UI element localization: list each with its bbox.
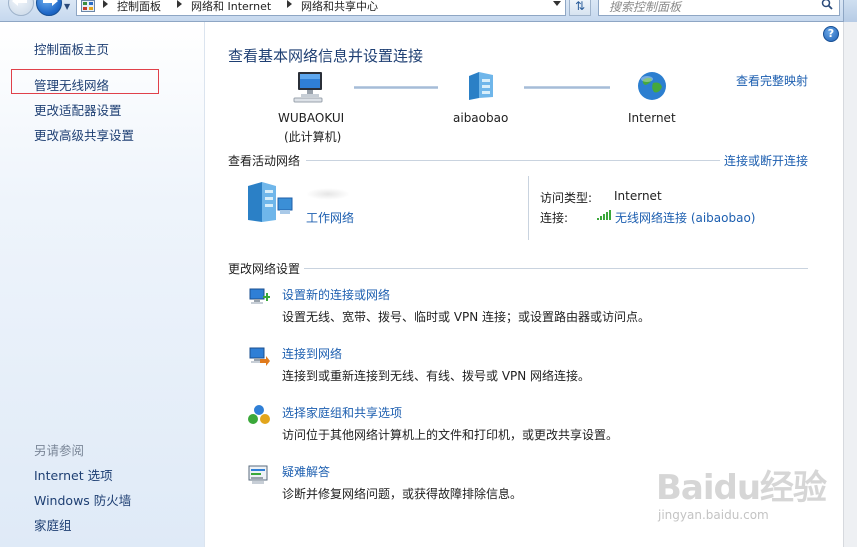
task-homegroup-title[interactable]: 选择家庭组和共享选项 bbox=[282, 404, 402, 421]
help-icon[interactable]: ? bbox=[823, 26, 839, 42]
back-button[interactable] bbox=[8, 0, 34, 16]
see-also-homegroup[interactable]: 家庭组 bbox=[34, 515, 72, 534]
watermark-url: jingyan.baidu.com bbox=[658, 508, 769, 522]
blurred-network-name bbox=[306, 188, 350, 200]
breadcrumb-separator-icon[interactable] bbox=[177, 0, 182, 8]
network-type-link[interactable]: 工作网络 bbox=[306, 209, 354, 226]
recent-pages-dropdown-icon[interactable]: ▼ bbox=[64, 2, 72, 11]
wifi-signal-icon bbox=[597, 210, 611, 220]
task-connect-network-desc: 连接到或重新连接到无线、有线、拨号或 VPN 网络连接。 bbox=[282, 369, 591, 383]
page-title: 查看基本网络信息并设置连接 bbox=[228, 47, 424, 65]
scrollbar[interactable] bbox=[843, 22, 857, 547]
globe-icon bbox=[638, 72, 666, 100]
sidebar-item-adapter-settings[interactable]: 更改适配器设置 bbox=[34, 100, 122, 119]
forward-button[interactable] bbox=[36, 0, 62, 16]
breadcrumb-sharing-center[interactable]: 网络和共享中心 bbox=[301, 0, 378, 14]
change-settings-heading: 更改网络设置 bbox=[228, 262, 301, 276]
task-connect-network-title[interactable]: 连接到网络 bbox=[282, 345, 342, 362]
homegroup-icon[interactable] bbox=[248, 404, 270, 426]
connection-label: 连接: bbox=[540, 211, 569, 225]
search-input[interactable]: 搜索控制面板 bbox=[598, 0, 840, 16]
search-icon[interactable] bbox=[821, 0, 833, 10]
control-panel-icon bbox=[81, 0, 95, 12]
sidebar: 控制面板主页 管理无线网络 更改适配器设置 更改高级共享设置 另请参阅 Inte… bbox=[0, 22, 205, 547]
address-field[interactable]: 控制面板 网络和 Internet 网络和共享中心 bbox=[76, 0, 566, 16]
task-homegroup-desc: 访问位于其他网络计算机上的文件和打印机，或更改共享设置。 bbox=[282, 428, 619, 442]
address-bar: ▼ 控制面板 网络和 Internet 网络和共享中心 ⇅ 搜索控制面板 bbox=[0, 0, 857, 22]
task-new-connection-title[interactable]: 设置新的连接或网络 bbox=[282, 286, 390, 303]
view-full-map-link[interactable]: 查看完整映射 bbox=[736, 72, 808, 89]
search-placeholder: 搜索控制面板 bbox=[609, 0, 682, 14]
watermark-brand: Baidu经验 bbox=[656, 468, 827, 508]
access-type-label: 访问类型: bbox=[540, 191, 593, 205]
task-troubleshoot-desc: 诊断并修复网络问题，或获得故障排除信息。 bbox=[282, 487, 523, 501]
breadcrumb-network-internet[interactable]: 网络和 Internet bbox=[191, 0, 271, 14]
vertical-divider bbox=[528, 176, 529, 240]
node-computer-name: WUBAOKUI bbox=[278, 111, 345, 125]
new-connection-icon[interactable] bbox=[248, 286, 270, 308]
sidebar-item-manage-wireless[interactable]: 管理无线网络 bbox=[34, 75, 109, 94]
node-computer-sub: (此计算机) bbox=[284, 130, 342, 144]
sidebar-item-home[interactable]: 控制面板主页 bbox=[34, 39, 109, 58]
address-dropdown-icon[interactable] bbox=[553, 1, 561, 6]
baidu-watermark: Baidu经验 jingyan.baidu.com bbox=[656, 460, 827, 530]
computer-icon bbox=[293, 72, 323, 103]
refresh-button[interactable]: ⇅ bbox=[569, 0, 591, 16]
task-new-connection-desc: 设置无线、宽带、拨号、临时或 VPN 连接；或设置路由器或访问点。 bbox=[282, 310, 651, 324]
link-line-router-internet bbox=[524, 86, 610, 89]
network-icon bbox=[469, 72, 493, 100]
node-network-name: aibaobao bbox=[453, 111, 509, 125]
see-also-heading: 另请参阅 bbox=[34, 443, 85, 458]
see-also-windows-firewall[interactable]: Windows 防火墙 bbox=[34, 490, 131, 509]
divider bbox=[306, 160, 720, 161]
see-also-internet-options[interactable]: Internet 选项 bbox=[34, 465, 113, 484]
wireless-connection-link[interactable]: 无线网络连接 (aibaobao) bbox=[615, 209, 756, 226]
work-network-icon[interactable] bbox=[246, 182, 296, 224]
breadcrumb-control-panel[interactable]: 控制面板 bbox=[117, 0, 161, 14]
window-edge bbox=[843, 0, 857, 22]
troubleshoot-icon[interactable] bbox=[248, 463, 270, 485]
access-type-value: Internet bbox=[614, 189, 662, 203]
divider bbox=[304, 268, 808, 269]
node-internet-name: Internet bbox=[628, 111, 676, 125]
connect-network-icon[interactable] bbox=[248, 345, 270, 367]
breadcrumb-separator-icon[interactable] bbox=[287, 0, 292, 8]
connect-disconnect-link[interactable]: 连接或断开连接 bbox=[724, 152, 808, 169]
active-networks-heading: 查看活动网络 bbox=[228, 154, 301, 168]
task-troubleshoot-title[interactable]: 疑难解答 bbox=[282, 463, 330, 480]
breadcrumb-separator-icon[interactable] bbox=[103, 0, 108, 8]
link-line-computer-router bbox=[354, 86, 438, 89]
sidebar-item-advanced-sharing[interactable]: 更改高级共享设置 bbox=[34, 125, 134, 144]
